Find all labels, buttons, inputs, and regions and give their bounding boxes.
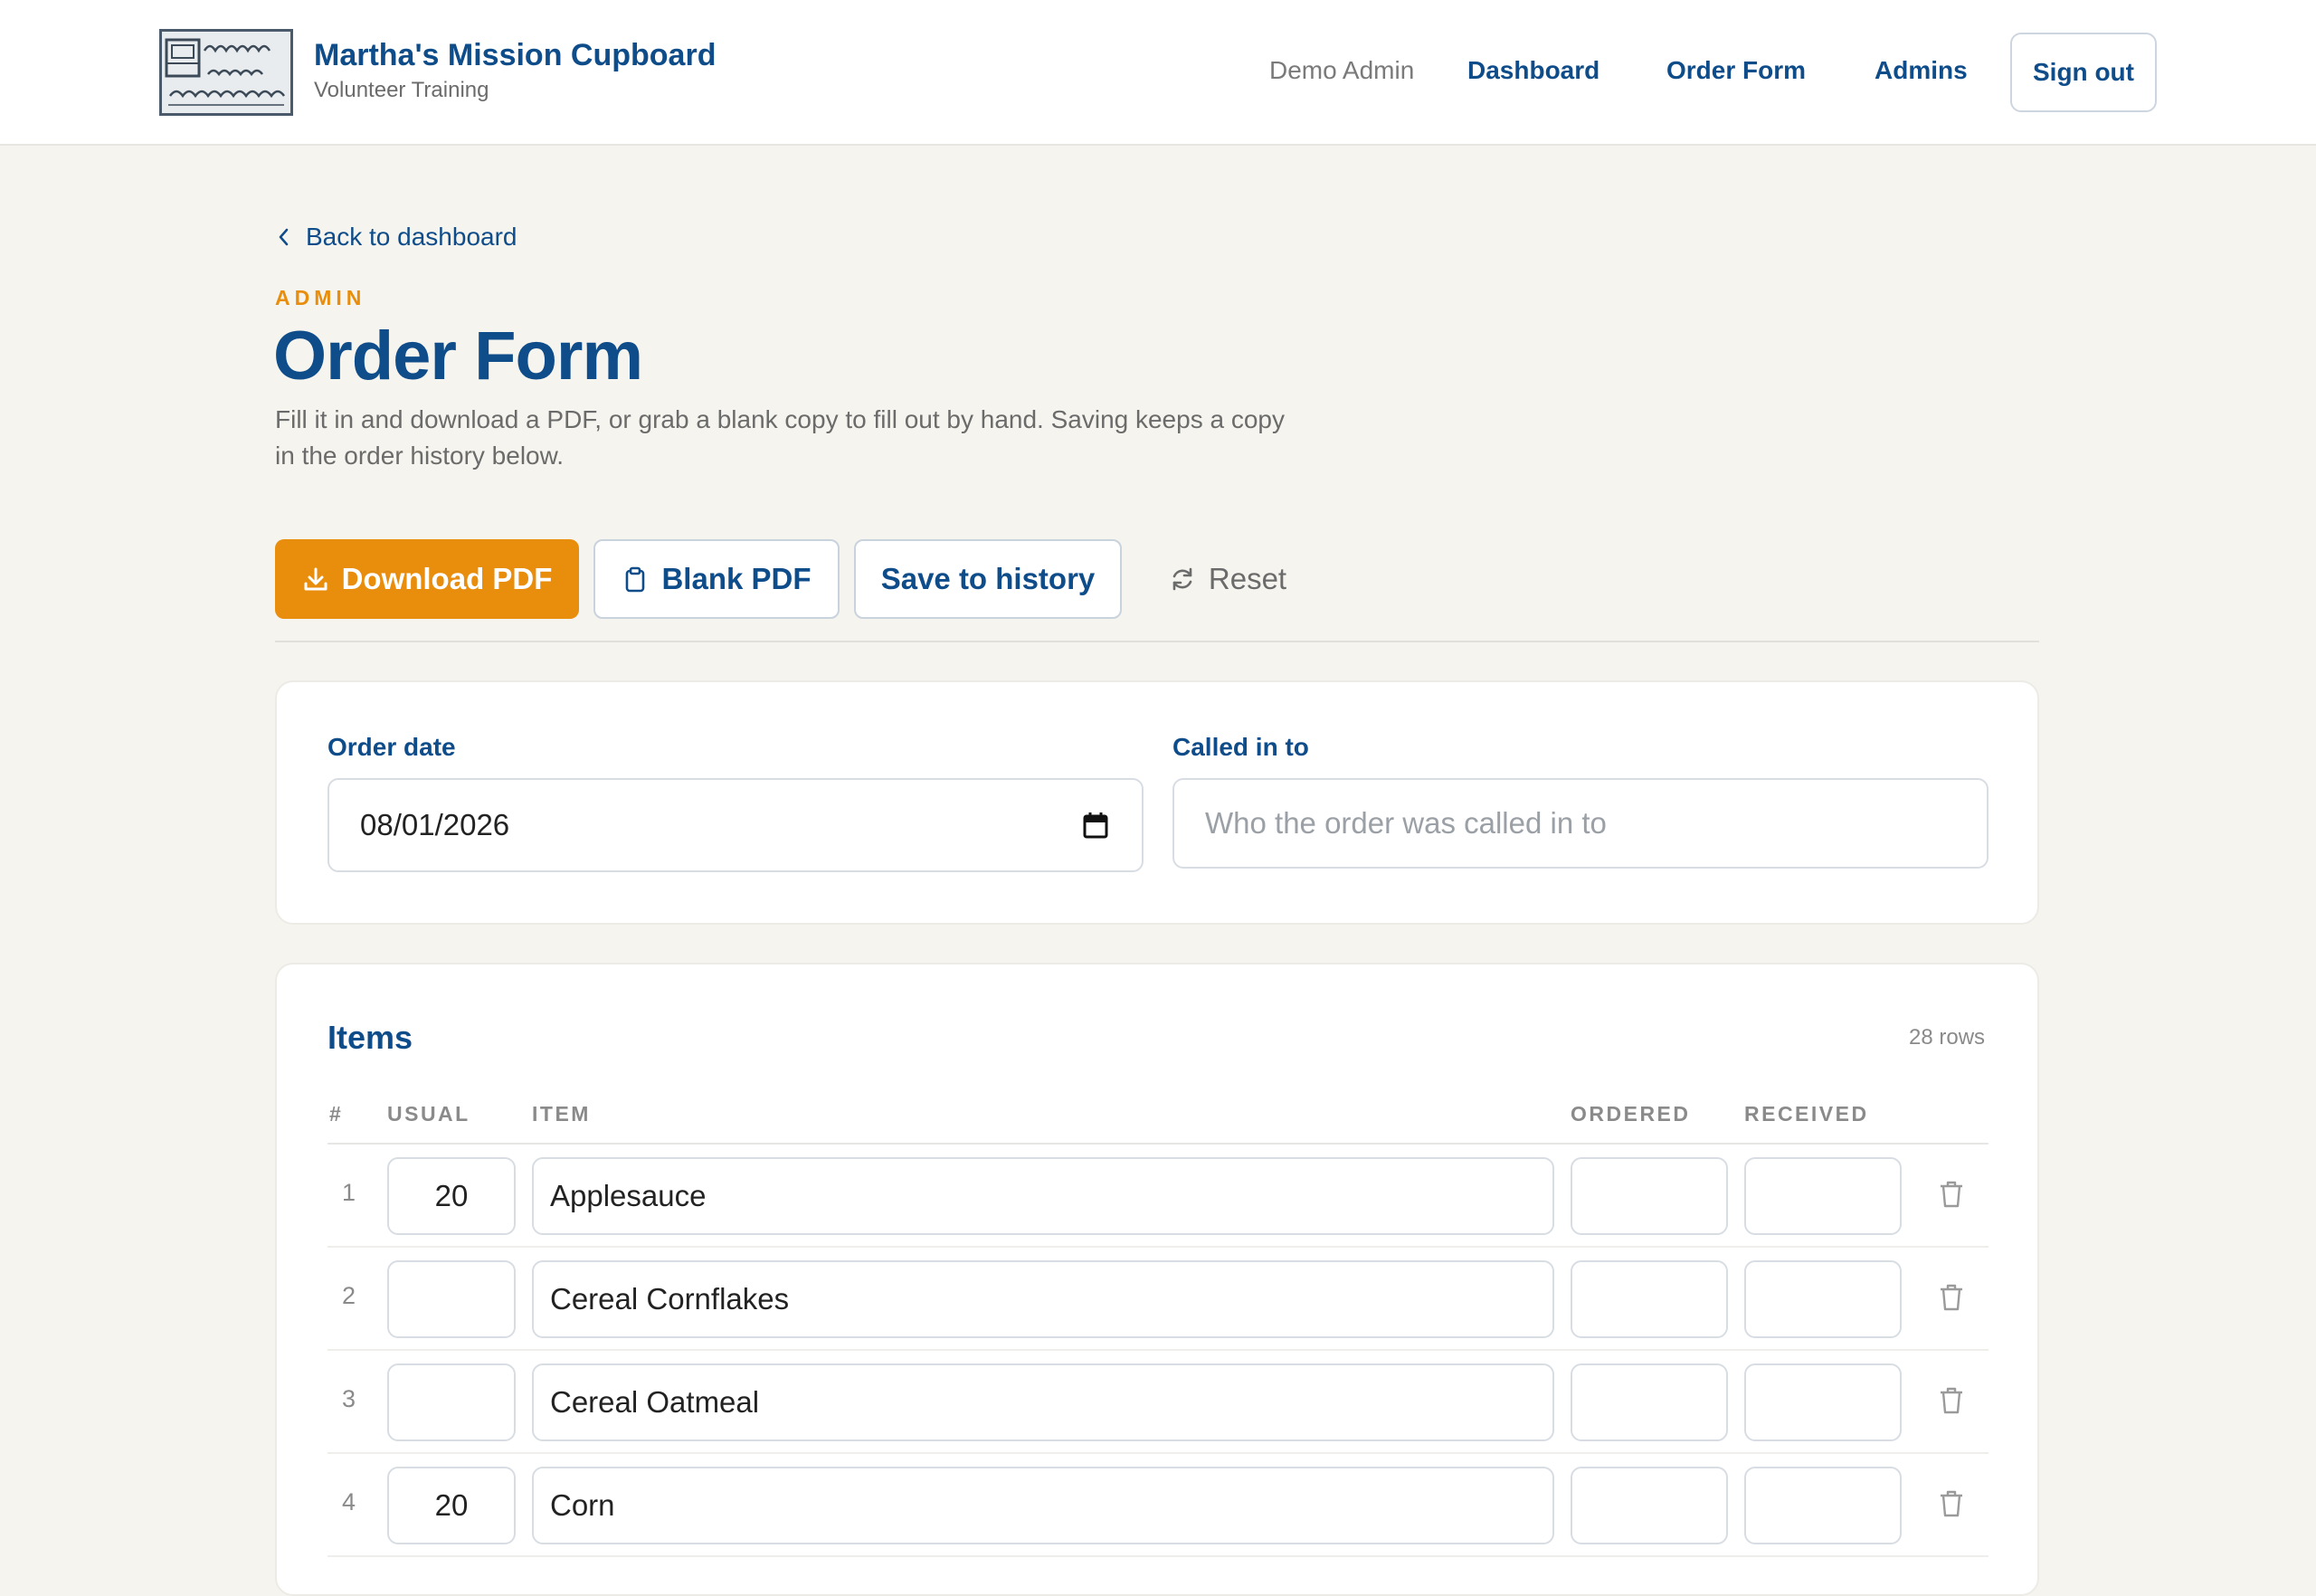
received-quantity-input[interactable] [1744, 1157, 1902, 1235]
calendar-icon[interactable] [1082, 811, 1109, 840]
ordered-quantity-input[interactable] [1571, 1363, 1728, 1441]
column-header-number: # [329, 1102, 344, 1126]
page-title: Order Form [273, 318, 643, 394]
current-user-name: Demo Admin [1269, 56, 1415, 84]
section-divider [275, 641, 2039, 642]
blank-pdf-button[interactable]: Blank PDF [593, 539, 840, 619]
download-icon [304, 567, 327, 591]
ordered-quantity-input[interactable] [1571, 1157, 1728, 1235]
download-pdf-label: Download PDF [341, 562, 553, 595]
order-date-value: 08/01/2026 [360, 808, 510, 841]
item-name-input[interactable]: Applesauce [532, 1157, 1554, 1235]
usual-quantity-input[interactable]: 20 [387, 1157, 516, 1235]
sign-out-button[interactable]: Sign out [2010, 33, 2157, 112]
column-header-ordered: ORDERED [1571, 1102, 1691, 1126]
delete-row-trash-icon[interactable] [1938, 1179, 1965, 1210]
usual-quantity-input[interactable]: 20 [387, 1467, 516, 1544]
reset-button[interactable]: Reset [1160, 539, 1296, 619]
column-header-usual: USUAL [387, 1102, 470, 1126]
delete-row-trash-icon[interactable] [1938, 1385, 1965, 1416]
row-number: 4 [342, 1488, 356, 1515]
item-name-input[interactable]: Corn [532, 1467, 1554, 1544]
brand-name: Martha's Mission Cupboard [314, 38, 717, 72]
called-in-to-input[interactable]: Who the order was called in to [1172, 778, 1989, 869]
called-in-to-label: Called in to [1172, 733, 1309, 761]
blank-pdf-label: Blank PDF [661, 562, 812, 595]
logo-icon [165, 38, 286, 106]
received-quantity-input[interactable] [1744, 1363, 1902, 1441]
save-to-history-button[interactable]: Save to history [854, 539, 1122, 619]
nav-order-form-link[interactable]: Order Form [1666, 56, 1806, 85]
table-row: 1 20 Applesauce [327, 1145, 1989, 1248]
brand-logo[interactable] [159, 29, 293, 116]
row-number: 1 [342, 1179, 356, 1206]
column-header-received: RECEIVED [1744, 1102, 1869, 1126]
download-pdf-button[interactable]: Download PDF [275, 539, 579, 619]
back-link-label: Back to dashboard [306, 223, 517, 251]
nav-admins-link[interactable]: Admins [1875, 56, 1968, 85]
received-quantity-input[interactable] [1744, 1467, 1902, 1544]
row-number: 3 [342, 1385, 356, 1412]
clipboard-icon [626, 566, 645, 593]
brand-subtitle: Volunteer Training [314, 78, 489, 102]
row-number: 2 [342, 1282, 356, 1309]
refresh-icon [1172, 567, 1192, 591]
received-quantity-input[interactable] [1744, 1260, 1902, 1338]
section-eyebrow: ADMIN [275, 286, 366, 309]
top-navigation-bar: Martha's Mission Cupboard Volunteer Trai… [0, 0, 2316, 146]
ordered-quantity-input[interactable] [1571, 1260, 1728, 1338]
back-to-dashboard-link[interactable]: Back to dashboard [277, 223, 517, 252]
row-count: 28 rows [1909, 1025, 1986, 1050]
usual-quantity-input[interactable] [387, 1363, 516, 1441]
order-date-input[interactable]: 08/01/2026 [327, 778, 1144, 872]
chevron-left-icon [279, 228, 289, 246]
table-row: 2 Cereal Cornflakes [327, 1248, 1989, 1351]
items-title: Items [327, 1019, 413, 1056]
item-name-input[interactable]: Cereal Cornflakes [532, 1260, 1554, 1338]
column-header-item: ITEM [532, 1102, 591, 1126]
delete-row-trash-icon[interactable] [1938, 1282, 1965, 1313]
item-name-input[interactable]: Cereal Oatmeal [532, 1363, 1554, 1441]
table-row: 4 20 Corn [327, 1454, 1989, 1557]
page-description: Fill it in and download a PDF, or grab a… [275, 405, 1285, 470]
reset-label: Reset [1208, 562, 1287, 595]
delete-row-trash-icon[interactable] [1938, 1488, 1965, 1519]
ordered-quantity-input[interactable] [1571, 1467, 1728, 1544]
usual-quantity-input[interactable] [387, 1260, 516, 1338]
called-in-to-placeholder: Who the order was called in to [1205, 806, 1607, 840]
order-date-label: Order date [327, 733, 456, 761]
nav-dashboard-link[interactable]: Dashboard [1467, 56, 1599, 85]
table-row: 3 Cereal Oatmeal [327, 1351, 1989, 1454]
